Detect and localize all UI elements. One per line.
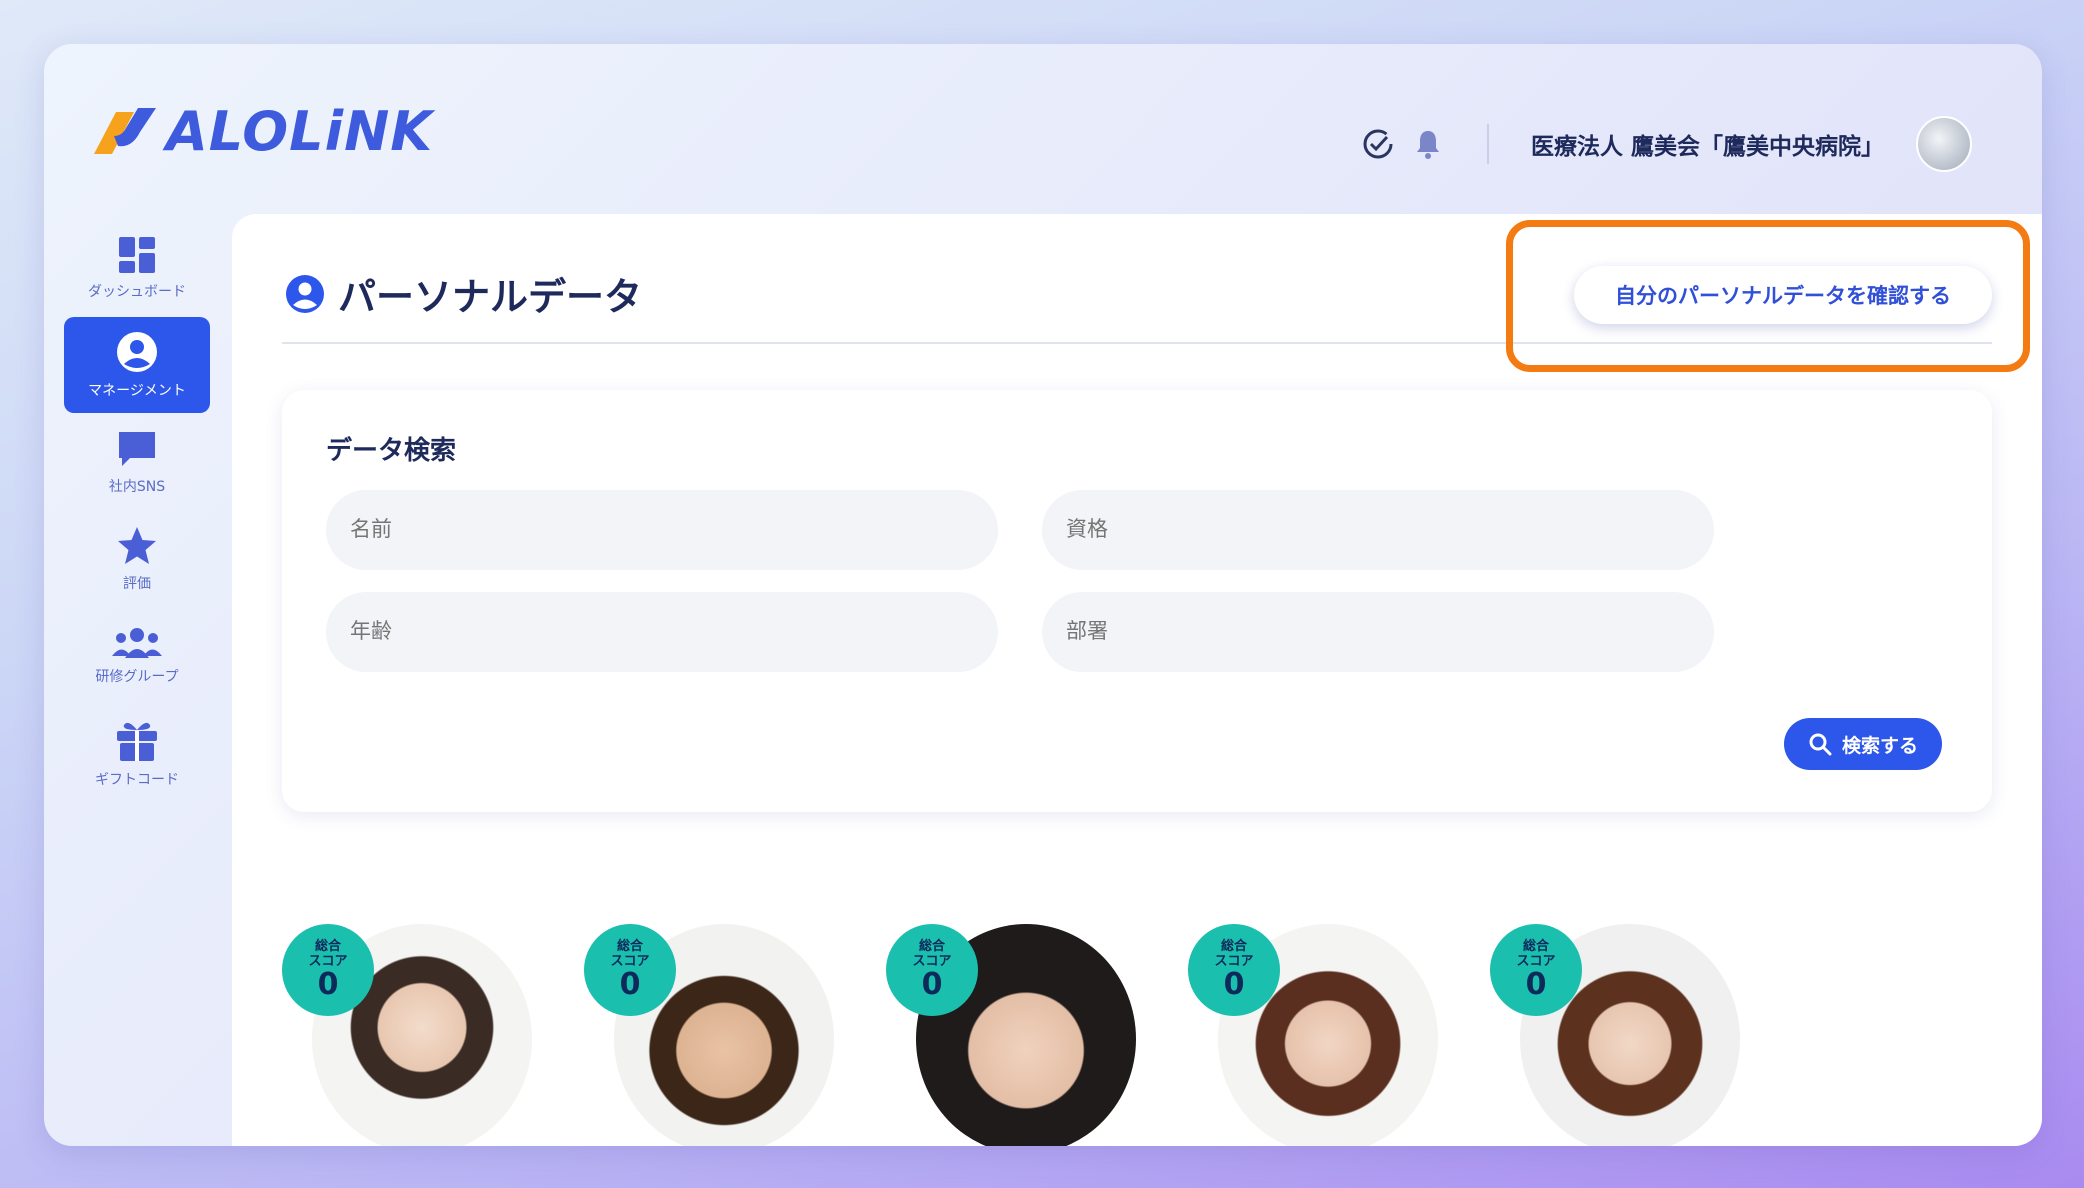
- search-button[interactable]: 検索する: [1784, 718, 1942, 770]
- check-circle-icon[interactable]: [1361, 127, 1395, 161]
- search-button-label: 検索する: [1841, 735, 1918, 757]
- user-circle-icon: [286, 274, 324, 313]
- qualification-input[interactable]: [1042, 490, 1714, 570]
- sidebar-item-label: ギフトコード: [95, 772, 179, 788]
- group-icon: [112, 628, 162, 658]
- sidebar-item-evaluation[interactable]: 評価: [64, 511, 210, 607]
- sidebar-item-dashboard[interactable]: ダッシュボード: [64, 220, 210, 316]
- gift-icon: [117, 722, 157, 761]
- organization-name: 医療法人 鷹美会「鷹美中央病院」: [1530, 134, 1884, 160]
- user-circle-icon: [117, 332, 157, 372]
- sidebar-item-sns[interactable]: 社内SNS: [64, 414, 210, 510]
- data-search-card: データ検索 検索する: [282, 390, 1992, 812]
- sidebar-item-label: 評価: [123, 576, 151, 592]
- dashboard-icon: [119, 237, 155, 273]
- main-panel: パーソナルデータ 自分のパーソナルデータを確認する データ検索 検索する: [232, 214, 2042, 1146]
- user-avatar[interactable]: [1916, 116, 1972, 172]
- header-actions: 医療法人 鷹美会「鷹美中央病院」: [1361, 104, 1972, 184]
- logo-mark-icon: [94, 107, 156, 154]
- view-my-personal-data-button[interactable]: 自分のパーソナルデータを確認する: [1574, 266, 1992, 324]
- app-logo[interactable]: ALOLiNK: [88, 100, 433, 163]
- sidebar: ダッシュボード マネージメント 社内SNS 評価 研修グループ ギフトコード: [64, 220, 210, 802]
- total-score-badge: 総合 スコア 0: [1490, 924, 1582, 1016]
- sidebar-item-label: 社内SNS: [108, 479, 166, 495]
- chat-icon: [119, 432, 155, 466]
- sidebar-item-gift-code[interactable]: ギフトコード: [64, 705, 210, 801]
- app-window: ALOLiNK 医療法人 鷹美会「鷹美中央病院」 ダッシュボード マネージメント…: [44, 44, 2042, 1146]
- search-icon: [1809, 733, 1832, 756]
- person-card[interactable]: 総合 スコア 0: [282, 924, 532, 1146]
- person-card[interactable]: 総合 スコア 0: [1188, 924, 1438, 1146]
- total-score-badge: 総合 スコア 0: [282, 924, 374, 1016]
- department-input[interactable]: [1042, 592, 1714, 672]
- total-score-badge: 総合 スコア 0: [886, 924, 978, 1016]
- person-card[interactable]: 総合 スコア 0: [584, 924, 834, 1146]
- name-input[interactable]: [326, 490, 998, 570]
- page-title: パーソナルデータ: [284, 266, 642, 321]
- search-title: データ検索: [326, 436, 457, 466]
- sidebar-item-management[interactable]: マネージメント: [64, 317, 210, 413]
- sidebar-item-label: 研修グループ: [95, 669, 179, 685]
- star-icon: [118, 527, 156, 564]
- people-list: 総合 スコア 0 総合 スコア 0 総合 スコア 0 総合 スコア 0 総合 ス…: [282, 924, 1782, 1146]
- age-input[interactable]: [326, 592, 998, 672]
- logo-text: ALOLiNK: [166, 100, 434, 163]
- top-header: ALOLiNK 医療法人 鷹美会「鷹美中央病院」: [44, 44, 2042, 214]
- total-score-badge: 総合 スコア 0: [584, 924, 676, 1016]
- total-score-badge: 総合 スコア 0: [1188, 924, 1280, 1016]
- sidebar-item-training-group[interactable]: 研修グループ: [64, 608, 210, 704]
- header-divider: [1486, 124, 1489, 164]
- person-card[interactable]: 総合 スコア 0: [1490, 924, 1740, 1146]
- sidebar-item-label: マネージメント: [88, 383, 186, 399]
- sidebar-item-label: ダッシュボード: [88, 284, 186, 300]
- page-title-text: パーソナルデータ: [338, 275, 643, 319]
- person-card[interactable]: 総合 スコア 0: [886, 924, 1136, 1146]
- bell-icon[interactable]: [1411, 127, 1445, 161]
